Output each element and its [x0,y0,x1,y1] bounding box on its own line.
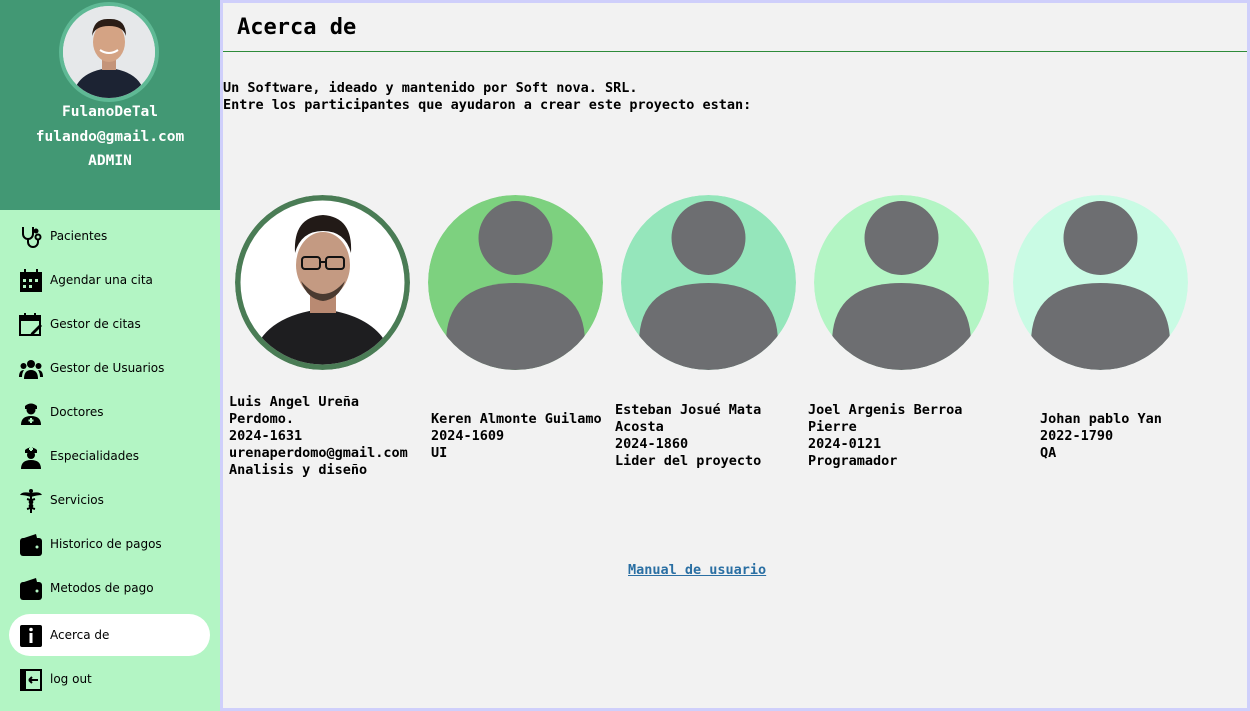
wallet-icon [20,534,42,556]
nav-item-gestor-citas[interactable]: Gestor de citas [9,303,210,345]
nav-label: Metodos de pago [50,581,154,595]
stethoscope-icon [22,227,42,248]
info-icon [20,625,42,647]
nav-item-logout[interactable]: log out [9,658,210,700]
nav-label: Doctores [50,405,104,419]
participant-info: Luis Angel Ureña Perdomo. 2024-1631 uren… [229,394,408,478]
nav-item-doctores[interactable]: Doctores [9,391,210,433]
user-name: FulanoDeTal [61,104,159,120]
medical-staff-icon [21,447,41,469]
nav-label: Acerca de [50,628,110,642]
nav-label: Gestor de Usuarios [50,361,165,375]
nav-item-metodos-pago[interactable]: Metodos de pago [9,567,210,609]
nav-label: Agendar una cita [50,273,153,287]
title-divider [223,51,1247,52]
participant-avatar-placeholder [428,195,603,370]
doctor-icon [21,403,41,425]
caduceus-icon [20,489,42,513]
nav-label: Gestor de citas [50,317,141,331]
participant-info: Johan pablo Yan 2022-1790 QA [1040,411,1162,461]
participant-info: Keren Almonte Guilamo 2024-1609 UI [431,411,602,461]
profile-card: FulanoDeTal fulando@gmail.com ADMIN [0,0,220,210]
participant-info: Joel Argenis Berroa Pierre 2024-0121 Pro… [808,402,963,469]
participant-avatar-placeholder [621,195,796,370]
nav-label: Historico de pagos [50,537,162,551]
nav-item-gestor-usuarios[interactable]: Gestor de Usuarios [9,347,210,389]
nav-label: log out [50,672,92,686]
wallet-icon [20,578,42,600]
participant-info: Esteban Josué Mata Acosta 2024-1860 Lide… [615,402,762,469]
user-manual-link[interactable]: Manual de usuario [628,562,766,578]
user-role: ADMIN [88,153,132,169]
users-icon [19,360,43,379]
nav-label: Especialidades [50,449,140,463]
sidebar: FulanoDeTal fulando@gmail.com ADMIN Paci… [0,0,220,711]
calendar-edit-icon [19,313,42,336]
nav-item-acerca-de[interactable]: Acerca de [9,614,210,656]
nav-item-especialidades[interactable]: Especialidades [9,435,210,477]
nav-label: Pacientes [50,229,108,243]
logout-icon [20,669,42,691]
participant-avatar-placeholder [814,195,989,370]
user-avatar [59,2,159,102]
nav-item-servicios[interactable]: Servicios [9,479,210,521]
participant-photo [235,195,410,370]
nav-item-historico-pagos[interactable]: Historico de pagos [9,523,210,565]
participant-avatar-placeholder [1013,195,1188,370]
nav-label: Servicios [50,493,104,507]
calendar-icon [20,269,42,292]
user-email: fulando@gmail.com [35,129,185,145]
nav-item-pacientes[interactable]: Pacientes [9,215,210,257]
intro-text: Un Software, ideado y mantenido por Soft… [223,80,752,113]
page-title: Acerca de [237,15,357,40]
nav-item-agendar-cita[interactable]: Agendar una cita [9,259,210,301]
main-content: Acerca de Un Software, ideado y mantenid… [220,0,1250,711]
